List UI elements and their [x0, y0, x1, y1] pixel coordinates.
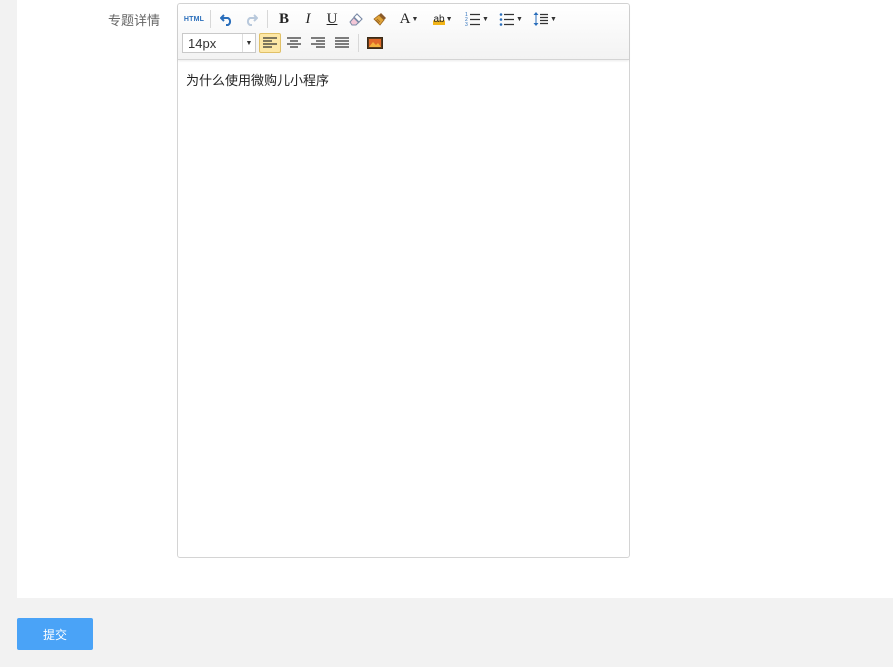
align-justify-button[interactable]	[331, 33, 353, 53]
chevron-down-icon: ▼	[411, 15, 419, 23]
field-label-topic-detail: 专题详情	[108, 13, 161, 28]
line-height-button[interactable]: ▼	[529, 9, 561, 29]
chevron-down-icon: ▼	[482, 15, 489, 23]
align-justify-icon	[335, 37, 349, 48]
ordered-list-icon: 1 2 3	[465, 12, 481, 27]
svg-text:3: 3	[465, 22, 468, 27]
chevron-down-icon: ▼	[445, 15, 453, 23]
redo-icon	[246, 14, 258, 26]
eraser-icon	[349, 13, 363, 26]
bold-icon: B	[278, 10, 289, 27]
editor-toolbar: HTML B I U A ▼ ab ▼ 1 2 3 ▼ ▼ ▼ 14px ▼	[178, 4, 629, 60]
unordered-list-button[interactable]: ▼	[495, 9, 527, 29]
clear-format-button[interactable]	[345, 9, 367, 29]
undo-button[interactable]	[216, 9, 238, 29]
toolbar-separator	[358, 34, 359, 52]
html-source-label: HTML	[183, 15, 205, 23]
align-center-icon	[287, 37, 301, 48]
underline-button[interactable]: U	[321, 9, 343, 29]
align-right-button[interactable]	[307, 33, 329, 53]
highlight-icon: ab	[433, 13, 445, 25]
align-left-button[interactable]	[259, 33, 281, 53]
chevron-down-icon: ▼	[550, 15, 557, 23]
toolbar-separator	[210, 10, 211, 28]
chevron-down-icon: ▼	[242, 34, 255, 52]
format-painter-button[interactable]	[369, 9, 391, 29]
toolbar-row-1: HTML B I U A ▼ ab ▼ 1 2 3 ▼ ▼ ▼	[182, 7, 562, 31]
ordered-list-button[interactable]: 1 2 3 ▼	[461, 9, 493, 29]
italic-button[interactable]: I	[297, 9, 319, 29]
align-center-button[interactable]	[283, 33, 305, 53]
paint-brush-icon	[373, 13, 386, 26]
undo-icon	[220, 14, 232, 26]
bold-button[interactable]: B	[273, 9, 295, 29]
underline-icon: U	[326, 10, 338, 27]
toolbar-row-2: 14px ▼	[182, 31, 387, 55]
line-height-icon	[533, 12, 549, 26]
align-right-icon	[311, 37, 325, 48]
rich-text-editor: HTML B I U A ▼ ab ▼ 1 2 3 ▼ ▼ ▼ 14px ▼ 为…	[177, 3, 630, 558]
chevron-down-icon: ▼	[516, 15, 523, 23]
align-left-icon	[263, 37, 277, 48]
submit-button[interactable]: 提交	[17, 618, 93, 650]
font-color-icon: A	[399, 10, 411, 27]
editor-content[interactable]: 为什么使用微购儿小程序	[186, 70, 329, 89]
italic-icon: I	[305, 10, 311, 27]
image-icon	[367, 37, 383, 49]
html-source-button[interactable]: HTML	[183, 9, 205, 29]
insert-image-button[interactable]	[364, 33, 386, 53]
unordered-list-icon	[499, 13, 515, 26]
redo-button[interactable]	[240, 9, 262, 29]
font-size-select[interactable]: 14px ▼	[182, 33, 256, 53]
highlight-color-button[interactable]: ab ▼	[427, 9, 459, 29]
toolbar-separator	[267, 10, 268, 28]
font-color-button[interactable]: A ▼	[393, 9, 425, 29]
font-size-value: 14px	[188, 35, 217, 51]
